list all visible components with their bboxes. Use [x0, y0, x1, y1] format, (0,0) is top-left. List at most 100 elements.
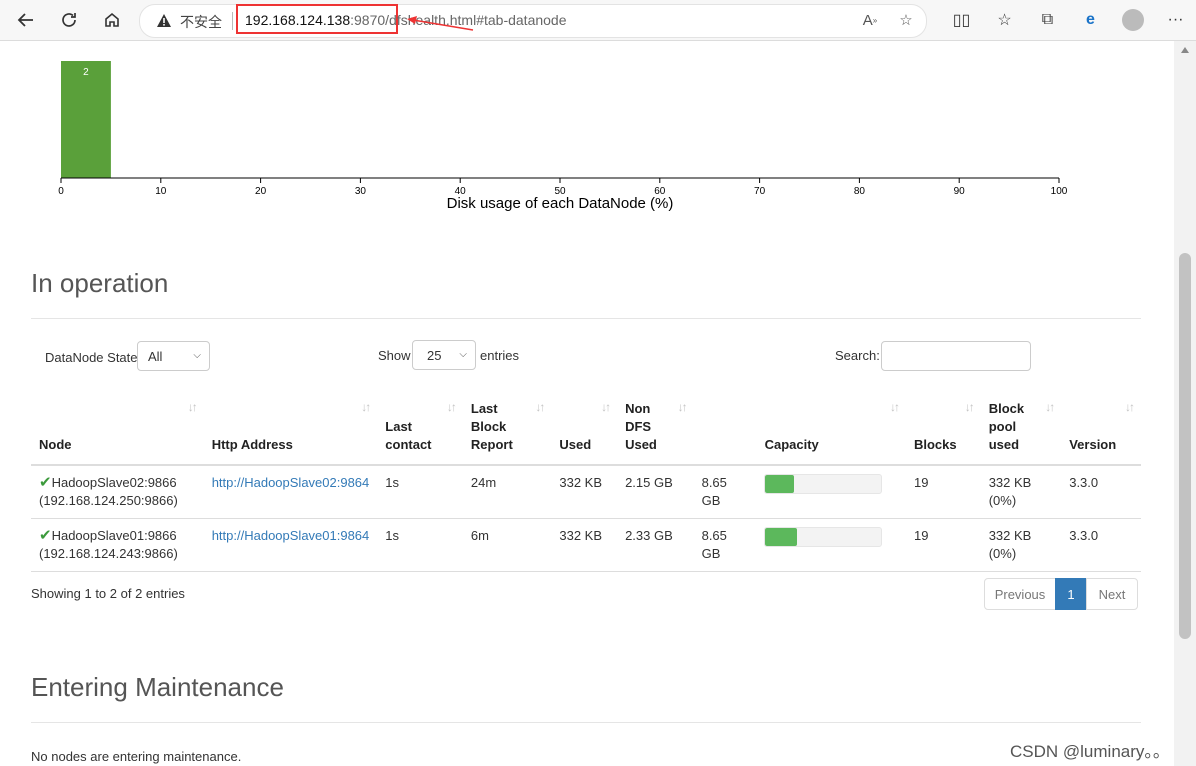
browser-toolbar: 不安全 192.168.124.138:9870/dfshealth.html#…: [0, 0, 1196, 41]
pagination: Previous 1 Next: [984, 578, 1138, 610]
x-tick-label: 10: [155, 186, 167, 197]
x-tick-label: 90: [954, 186, 966, 197]
col-version[interactable]: ↓↑ Version: [1061, 392, 1141, 466]
datanode-state-value: All: [148, 349, 163, 364]
scrollbar[interactable]: [1174, 41, 1196, 766]
histogram-bar: [61, 61, 111, 178]
last-contact-cell: 1s: [377, 465, 463, 519]
x-tick-label: 30: [355, 186, 367, 197]
watermark: CSDN @luminary。。: [1010, 742, 1170, 761]
col-http-address[interactable]: ↓↑ Http Address: [203, 392, 378, 466]
capacity-bar: [764, 527, 883, 547]
address-bar[interactable]: 不安全 192.168.124.138:9870/dfshealth.html#…: [139, 4, 927, 38]
x-tick-label: 100: [1051, 186, 1068, 197]
col-last-contact[interactable]: ↓↑ Last contact: [377, 392, 463, 466]
block-pool-cell: 332 KB (0%): [980, 465, 1062, 519]
x-tick-label: 80: [854, 186, 866, 197]
chevron-down-icon: ⌵: [193, 350, 201, 361]
x-tick-label: 70: [754, 186, 766, 197]
last-contact-cell: 1s: [377, 518, 463, 572]
scroll-thumb[interactable]: [1179, 253, 1191, 639]
checkmark-icon: ✔: [39, 527, 52, 544]
col-nd-line1: Non: [625, 401, 651, 416]
table-info: Showing 1 to 2 of 2 entries: [31, 586, 185, 601]
page-1-button[interactable]: 1: [1055, 578, 1087, 610]
capacity-bar-fill: [765, 528, 797, 546]
table-header: ↓↑ Node ↓↑ Http Address ↓↑ Last contact ↓↑ La…: [31, 392, 1141, 466]
bp-used: 332 KB: [988, 528, 1032, 543]
collections-icon[interactable]: ⧉: [1026, 6, 1069, 34]
used-cell: 332 KB: [551, 518, 618, 572]
capacity-bar: [764, 474, 883, 494]
divider: [31, 722, 1141, 723]
col-lc-line2: contact: [385, 437, 432, 452]
version-cell: 3.3.0: [1061, 465, 1141, 519]
edge-icon[interactable]: e: [1069, 6, 1112, 34]
sort-icon: ↓↑: [187, 400, 198, 414]
block-pool-cell: 332 KB (0%): [980, 518, 1062, 572]
favorites-icon[interactable]: ☆: [983, 6, 1026, 34]
divider: [31, 318, 1141, 319]
http-cell: http://HadoopSlave01:9864: [203, 518, 378, 572]
x-tick-label: 0: [58, 186, 64, 197]
x-axis-label: Disk usage of each DataNode (%): [447, 195, 674, 212]
col-nd-line3: Used: [625, 437, 657, 452]
node-name: HadoopSlave01:9866: [51, 528, 177, 543]
datanode-state-select[interactable]: All ⌵: [137, 341, 210, 371]
sort-icon: ↓↑: [361, 400, 371, 414]
url-host: 192.168.124.138: [245, 12, 351, 28]
previous-button[interactable]: Previous: [984, 578, 1056, 610]
col-lbr-line2: Block: [470, 419, 507, 434]
more-icon[interactable]: ···: [1154, 6, 1196, 34]
col-node-label: Node: [39, 437, 72, 452]
sort-icon: ↓↑: [964, 400, 975, 414]
col-version-label: Version: [1069, 437, 1117, 452]
sort-icon: ↓↑: [677, 400, 688, 414]
col-nd-line2: DFS: [625, 419, 652, 434]
avatar[interactable]: [1122, 9, 1144, 31]
sort-icon: ↓↑: [446, 400, 457, 414]
insecure-label: 不安全: [180, 14, 222, 30]
col-bpu-line2: pool: [988, 419, 1017, 434]
home-icon[interactable]: [98, 6, 126, 34]
http-address-link[interactable]: http://HadoopSlave01:9864: [212, 528, 370, 543]
col-blocks[interactable]: ↓↑ Blocks: [905, 392, 981, 466]
checkmark-icon: ✔: [39, 474, 52, 491]
col-block-pool-used[interactable]: ↓↑ Block pool used: [980, 392, 1062, 466]
table-row: ✔HadoopSlave01:9866 (192.168.124.243:9866…: [31, 518, 1141, 572]
col-last-block-report[interactable]: ↓↑ Last Block Report: [462, 392, 552, 466]
next-button[interactable]: Next: [1086, 578, 1138, 610]
datanode-state-label: DataNode State: [45, 350, 138, 365]
capacity-cell: 8.65 GB: [693, 518, 757, 572]
scroll-up-icon[interactable]: [1181, 47, 1189, 53]
disk-usage-histogram: 20 10 20 30 40 50 60 70 80 90 100Disk usage of eac…: [58, 61, 1068, 212]
sort-icon: ↓↑: [601, 400, 611, 414]
x-tick-label: 20: [255, 186, 267, 197]
col-non-dfs-used[interactable]: ↓↑ Non DFS Used: [617, 392, 694, 466]
bp-pct: (0%): [988, 546, 1017, 561]
read-aloud-icon[interactable]: A»: [860, 10, 880, 30]
search-input[interactable]: [881, 341, 1031, 371]
col-node[interactable]: ↓↑ Node: [31, 392, 204, 466]
capacity-bar-fill: [765, 475, 795, 493]
refresh-icon[interactable]: [55, 6, 83, 34]
warning-icon[interactable]: [156, 13, 172, 29]
entries-select[interactable]: 25 ⌵: [412, 340, 476, 370]
http-address-link[interactable]: http://HadoopSlave02:9864: [212, 475, 370, 490]
non-dfs-cell: 2.33 GB: [617, 518, 694, 572]
sort-icon: ↓↑: [889, 400, 900, 414]
http-cell: http://HadoopSlave02:9864: [203, 465, 378, 519]
used-cell: 332 KB: [551, 465, 618, 519]
non-dfs-cell: 2.15 GB: [617, 465, 694, 519]
address-separator: [232, 12, 233, 30]
in-operation-title: In operation: [31, 268, 169, 298]
datanode-table: ↓↑ Node ↓↑ Http Address ↓↑ Last contact ↓↑ La…: [31, 392, 1141, 572]
col-capacity[interactable]: ↓↑ Capacity: [693, 392, 906, 466]
split-screen-icon[interactable]: ▯▯: [940, 6, 983, 34]
col-bpu-line1: Block: [988, 401, 1025, 416]
col-used[interactable]: ↓↑ Used: [551, 392, 618, 466]
favorite-add-icon[interactable]: ☆: [896, 10, 916, 30]
back-icon[interactable]: [12, 6, 40, 34]
browser-actions: ▯▯ ☆ ⧉ e ···: [940, 6, 1196, 34]
col-capacity-label: Capacity: [764, 437, 819, 452]
